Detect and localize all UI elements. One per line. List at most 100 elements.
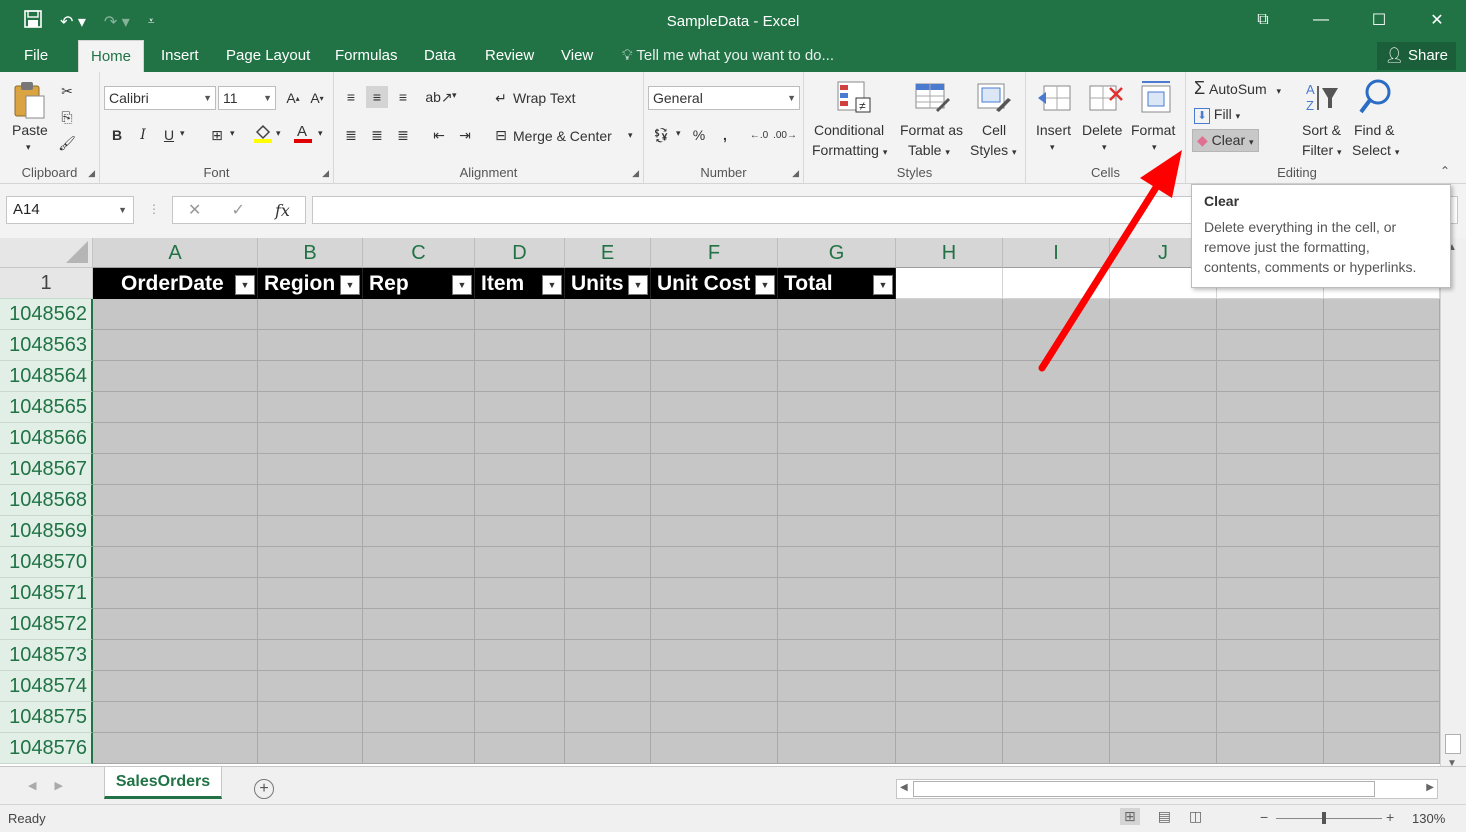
zoom-level[interactable]: 130% — [1412, 811, 1445, 826]
cell[interactable] — [363, 702, 475, 733]
cell[interactable] — [1003, 609, 1110, 640]
cell[interactable] — [1003, 454, 1110, 485]
decrease-decimal-icon[interactable]: .00→ — [773, 124, 797, 146]
column-header-e[interactable]: E — [565, 238, 651, 268]
cell[interactable] — [1217, 609, 1324, 640]
table-header-total[interactable]: Total ▼ — [778, 268, 896, 299]
table-header-units[interactable]: Units ▼ — [565, 268, 651, 299]
cell-styles-icon[interactable] — [976, 80, 1012, 116]
cell-styles-button[interactable]: Styles ▾ — [970, 142, 1017, 158]
column-header-c[interactable]: C — [363, 238, 475, 268]
cell[interactable] — [1217, 392, 1324, 423]
cell[interactable] — [475, 361, 565, 392]
collapse-ribbon-icon[interactable]: ⌃ — [1440, 164, 1450, 178]
cell[interactable] — [258, 578, 363, 609]
cell[interactable] — [651, 299, 778, 330]
format-as-table-button[interactable]: Table ▾ — [908, 142, 950, 158]
cell[interactable] — [1217, 299, 1324, 330]
cell[interactable] — [896, 671, 1003, 702]
cell[interactable] — [93, 609, 258, 640]
tell-me-search[interactable]: 💡︎ Tell me what you want to do... — [622, 40, 834, 72]
cell[interactable] — [565, 454, 651, 485]
font-color-dropdown-icon[interactable]: ▾ — [318, 128, 323, 139]
cell[interactable] — [896, 733, 1003, 764]
increase-font-icon[interactable]: A ▴ — [282, 87, 304, 109]
cell[interactable] — [1324, 671, 1440, 702]
cell[interactable] — [778, 485, 896, 516]
insert-cells-icon[interactable] — [1036, 80, 1072, 116]
cell[interactable] — [778, 547, 896, 578]
format-as-table-line1[interactable]: Format as — [900, 122, 963, 138]
cell[interactable] — [1110, 640, 1217, 671]
cell[interactable] — [258, 640, 363, 671]
cell[interactable] — [1110, 361, 1217, 392]
tab-home[interactable]: Home — [78, 40, 145, 72]
borders-dropdown-icon[interactable]: ▾ — [230, 128, 235, 139]
paste-dropdown-icon[interactable]: ▾ — [26, 142, 31, 153]
cell[interactable] — [1217, 671, 1324, 702]
borders-icon[interactable]: ⊞ — [206, 124, 228, 146]
cell[interactable] — [1110, 671, 1217, 702]
tab-page-layout[interactable]: Page Layout — [214, 40, 322, 72]
row-header[interactable]: 1048569 — [0, 516, 93, 547]
filter-dropdown-icon[interactable]: ▼ — [873, 275, 893, 295]
cell[interactable] — [1217, 423, 1324, 454]
row-header[interactable]: 1048562 — [0, 299, 93, 330]
cell[interactable] — [258, 330, 363, 361]
horizontal-scrollbar[interactable]: ◀ ▶ — [896, 779, 1438, 799]
cell[interactable] — [363, 485, 475, 516]
cell[interactable] — [363, 423, 475, 454]
comma-button[interactable]: , — [714, 124, 736, 146]
align-center-icon[interactable]: ≣ — [366, 124, 388, 146]
table-header-item[interactable]: Item ▼ — [475, 268, 565, 299]
filter-dropdown-icon[interactable]: ▼ — [452, 275, 472, 295]
cell[interactable] — [778, 578, 896, 609]
cell[interactable] — [258, 609, 363, 640]
cell[interactable] — [565, 361, 651, 392]
cell[interactable] — [93, 516, 258, 547]
cell[interactable] — [1110, 330, 1217, 361]
sort-filter-icon[interactable]: AZ — [1304, 80, 1340, 116]
cell[interactable] — [896, 454, 1003, 485]
cell[interactable] — [565, 547, 651, 578]
cell[interactable] — [896, 547, 1003, 578]
format-cells-button[interactable]: Format — [1131, 122, 1175, 138]
fill-color-dropdown-icon[interactable]: ▾ — [276, 128, 281, 139]
filter-dropdown-icon[interactable]: ▼ — [628, 275, 648, 295]
cell[interactable] — [363, 733, 475, 764]
cell[interactable] — [363, 547, 475, 578]
cell[interactable] — [1110, 609, 1217, 640]
cell[interactable] — [651, 330, 778, 361]
scroll-right-icon[interactable]: ▶ — [1426, 782, 1434, 793]
conditional-formatting-line1[interactable]: Conditional — [814, 122, 884, 138]
clipboard-launcher-icon[interactable]: ◢ — [88, 168, 95, 179]
cell[interactable] — [1003, 578, 1110, 609]
cell[interactable] — [363, 516, 475, 547]
cell[interactable] — [258, 392, 363, 423]
cell[interactable] — [1217, 640, 1324, 671]
cell[interactable] — [258, 547, 363, 578]
cell[interactable] — [896, 516, 1003, 547]
cell[interactable] — [1324, 454, 1440, 485]
cell[interactable] — [1324, 578, 1440, 609]
italic-button[interactable]: I — [132, 124, 154, 146]
cell[interactable] — [363, 299, 475, 330]
cell[interactable] — [93, 640, 258, 671]
maximize-icon[interactable]: ☐ — [1350, 0, 1408, 40]
cell[interactable] — [896, 268, 1003, 299]
cell[interactable] — [1003, 671, 1110, 702]
wrap-text-icon[interactable]: ↵ — [490, 87, 512, 109]
format-painter-icon[interactable]: 🖌︎ — [56, 132, 78, 154]
cell[interactable] — [651, 454, 778, 485]
cell[interactable] — [778, 330, 896, 361]
cut-icon[interactable]: ✂ — [56, 80, 78, 102]
bold-button[interactable]: B — [106, 124, 128, 146]
cell[interactable] — [93, 392, 258, 423]
cell[interactable] — [1217, 733, 1324, 764]
cell[interactable] — [565, 485, 651, 516]
zoom-in-icon[interactable]: + — [1386, 809, 1394, 825]
worksheet-grid[interactable]: A B C D E F G H I J 1 OrderDate ▼ Region ▼… — [0, 238, 1440, 766]
row-header[interactable]: 1048571 — [0, 578, 93, 609]
cell[interactable] — [475, 299, 565, 330]
cell[interactable] — [475, 423, 565, 454]
